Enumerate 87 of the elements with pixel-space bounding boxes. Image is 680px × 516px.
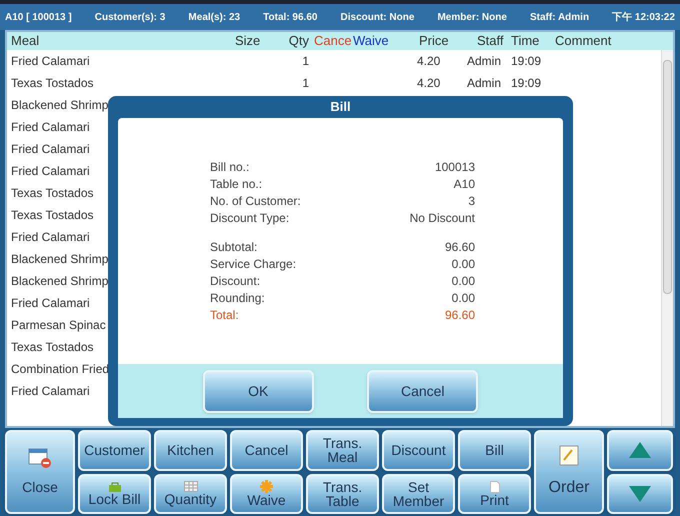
- table-cell-text: Texas Tostados: [11, 185, 94, 202]
- table-cell-text: Fried Calamari: [11, 163, 90, 180]
- document-icon: [490, 480, 500, 493]
- table-cell-text: Fried Calamari: [11, 119, 90, 136]
- table-cell-text: Fried Calamari: [11, 295, 90, 312]
- toolbar-button[interactable]: Set Member: [382, 474, 455, 514]
- window-close-icon: [28, 446, 52, 468]
- field-label: Discount Type:: [210, 210, 290, 227]
- asterisk-icon: [260, 480, 273, 494]
- toolbar-button[interactable]: Cancel: [230, 430, 303, 470]
- order-button[interactable]: Order: [534, 430, 604, 514]
- column-header[interactable]: Size: [235, 32, 283, 51]
- field-value: 0.00: [452, 273, 475, 290]
- status-text: 下午 12:03:22: [612, 10, 675, 24]
- status-text: Staff: Admin: [530, 10, 590, 24]
- table-cell-text: 1: [302, 75, 310, 92]
- dialog-button[interactable]: Cancel: [367, 370, 478, 412]
- table-cell-text: Texas Tostados: [11, 339, 94, 356]
- grid-icon: [184, 481, 198, 492]
- field-label: Subtotal:: [210, 239, 258, 256]
- field-value: 96.60: [444, 307, 475, 324]
- scrollbar[interactable]: [661, 50, 673, 426]
- column-header[interactable]: Staff: [467, 32, 507, 51]
- table-cell-text: Fried Calamari: [11, 53, 90, 70]
- table-cell-text: 19:09: [511, 75, 542, 92]
- column-header[interactable]: Meal: [11, 32, 235, 51]
- toolbar-button[interactable]: Discount: [382, 430, 455, 470]
- table-cell-text: Combination Fried: [11, 361, 110, 378]
- table-cell-text: Blackened Shrimp: [11, 273, 108, 290]
- status-text: Discount: None: [340, 10, 414, 24]
- table-cell-text: 4.20: [417, 53, 440, 70]
- table-cell-text: Texas Tostados: [11, 207, 94, 224]
- table-cell-text: 1: [302, 53, 310, 70]
- table-cell-text: 4.20: [417, 75, 440, 92]
- toolbar-button[interactable]: Print: [458, 474, 531, 514]
- field-value: 100013: [434, 159, 475, 176]
- column-header[interactable]: Time: [507, 32, 551, 51]
- dialog-button[interactable]: OK: [202, 370, 314, 412]
- toolbar-button[interactable]: Customer: [78, 430, 151, 470]
- down-arrow-icon: [629, 486, 651, 502]
- field-label: No. of Customer:: [210, 193, 301, 210]
- field-value: 0.00: [452, 290, 475, 307]
- up-arrow-icon: [629, 442, 651, 458]
- column-header[interactable]: Cance: [311, 32, 353, 51]
- dialog-title: Bill: [329, 98, 352, 116]
- status-text: Total: 96.60: [263, 10, 318, 24]
- field-label: Total:: [210, 307, 239, 324]
- status-text: Meal(s): 23: [188, 10, 240, 24]
- field-value: 96.60: [444, 239, 475, 256]
- table-cell-text: Admin: [467, 53, 502, 70]
- toolbar-button[interactable]: Trans. Meal: [306, 430, 379, 470]
- toolbar-button[interactable]: Trans. Table: [306, 474, 379, 514]
- toolbar-button[interactable]: Quantity: [154, 474, 227, 514]
- table-cell-text: Texas Tostados: [11, 75, 94, 92]
- scroll-up-button[interactable]: [607, 430, 673, 470]
- status-text: Customer(s): 3: [94, 10, 166, 24]
- field-value: 0.00: [452, 256, 475, 273]
- field-value: 3: [468, 193, 475, 210]
- table-cell-text: Blackened Shrimp: [11, 97, 108, 114]
- field-label: Table no.:: [210, 176, 262, 193]
- notepad-icon: [559, 444, 579, 466]
- column-header[interactable]: Price: [405, 32, 467, 51]
- field-value: A10: [454, 176, 475, 193]
- table-cell-text: Admin: [467, 75, 502, 92]
- toolbar-button[interactable]: Waive: [230, 474, 303, 514]
- field-label: Service Charge:: [210, 256, 296, 273]
- close-button[interactable]: Close: [5, 430, 75, 514]
- field-label: Discount:: [210, 273, 260, 290]
- status-text: Member: None: [437, 10, 507, 24]
- column-header[interactable]: Waive: [353, 32, 405, 51]
- scrollbar-thumb[interactable]: [663, 60, 672, 294]
- field-label: Bill no.:: [210, 159, 250, 176]
- table-cell-text: 19:09: [511, 53, 542, 70]
- scroll-down-button[interactable]: [607, 474, 673, 514]
- toolbar-button[interactable]: Lock Bill: [78, 474, 151, 514]
- table-cell-text: Fried Calamari: [11, 141, 90, 158]
- status-text: A10 [ 100013 ]: [5, 10, 72, 24]
- table-cell-text: Fried Calamari: [11, 229, 90, 246]
- field-label: Rounding:: [210, 290, 265, 307]
- column-header[interactable]: Qty: [283, 32, 311, 51]
- table-cell-text: Parmesan Spinac: [11, 317, 106, 334]
- table-cell-text: Fried Calamari: [11, 383, 90, 400]
- toolbar-button[interactable]: Kitchen: [154, 430, 227, 470]
- field-value: No Discount: [410, 210, 475, 227]
- column-header[interactable]: Comment: [551, 32, 673, 51]
- table-cell-text: Blackened Shrimp: [11, 251, 108, 268]
- toolbar-button[interactable]: Bill: [458, 430, 531, 470]
